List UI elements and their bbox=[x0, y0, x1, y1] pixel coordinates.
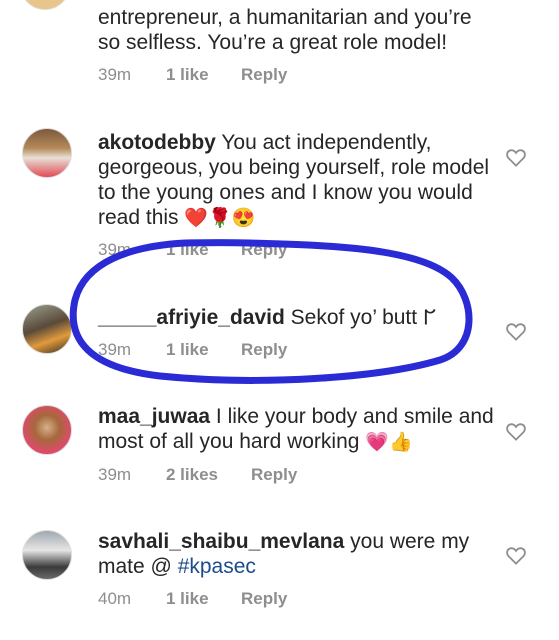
avatar[interactable] bbox=[22, 530, 72, 580]
comment-time: 40m bbox=[98, 589, 132, 608]
avatar[interactable] bbox=[20, 0, 70, 10]
comment-username[interactable]: savhali_shaibu_mevlana bbox=[98, 530, 344, 553]
reply-button[interactable]: Reply bbox=[251, 465, 297, 485]
comment-likes[interactable]: 2 likes bbox=[166, 465, 218, 485]
comment-time: 39m bbox=[98, 465, 132, 484]
comment-text: savhali_shaibu_mevlana you were my mate … bbox=[98, 529, 498, 579]
comment-likes[interactable]: 1 like bbox=[166, 340, 209, 360]
reply-button[interactable]: Reply bbox=[241, 240, 287, 260]
comment-likes[interactable]: 1 like bbox=[166, 589, 209, 609]
comment-likes[interactable]: 1 like bbox=[166, 65, 209, 85]
comment-text: _____afriyie_david Sekof yo’ butt 𐐊 bbox=[98, 305, 498, 330]
comment-username[interactable]: maa_juwaa bbox=[98, 405, 210, 428]
comment-text: maa_juwaa I like your body and smile and… bbox=[98, 404, 498, 455]
emoji: ❤️🌹😍 bbox=[184, 208, 256, 229]
comment-body: Sekof yo’ butt 𐐊 bbox=[284, 306, 436, 329]
comment-time: 39m bbox=[98, 340, 132, 359]
avatar[interactable] bbox=[22, 304, 72, 354]
reply-button[interactable]: Reply bbox=[241, 65, 287, 85]
comment-likes[interactable]: 1 like bbox=[166, 240, 209, 260]
comment-username[interactable]: akotodebby bbox=[98, 131, 216, 154]
comment-time: 39m bbox=[98, 65, 132, 84]
comment-text: entrepreneur, a humanitarian and you’re … bbox=[98, 5, 498, 55]
avatar[interactable] bbox=[22, 128, 72, 178]
comment-body: entrepreneur, a humanitarian and you’re … bbox=[98, 6, 472, 54]
hashtag-link[interactable]: #kpasec bbox=[178, 555, 256, 578]
reply-button[interactable]: Reply bbox=[241, 340, 287, 360]
comment-username[interactable]: _____afriyie_david bbox=[98, 306, 285, 329]
emoji: 💗👍 bbox=[365, 432, 413, 453]
like-heart-icon[interactable] bbox=[505, 421, 527, 441]
reply-button[interactable]: Reply bbox=[241, 589, 287, 609]
like-heart-icon[interactable] bbox=[505, 147, 527, 167]
avatar[interactable] bbox=[22, 405, 72, 455]
like-heart-icon[interactable] bbox=[505, 545, 527, 565]
like-heart-icon[interactable] bbox=[505, 321, 527, 341]
comment-text: akotodebby You act independently, george… bbox=[98, 130, 498, 231]
comment-time: 39m bbox=[98, 240, 132, 259]
